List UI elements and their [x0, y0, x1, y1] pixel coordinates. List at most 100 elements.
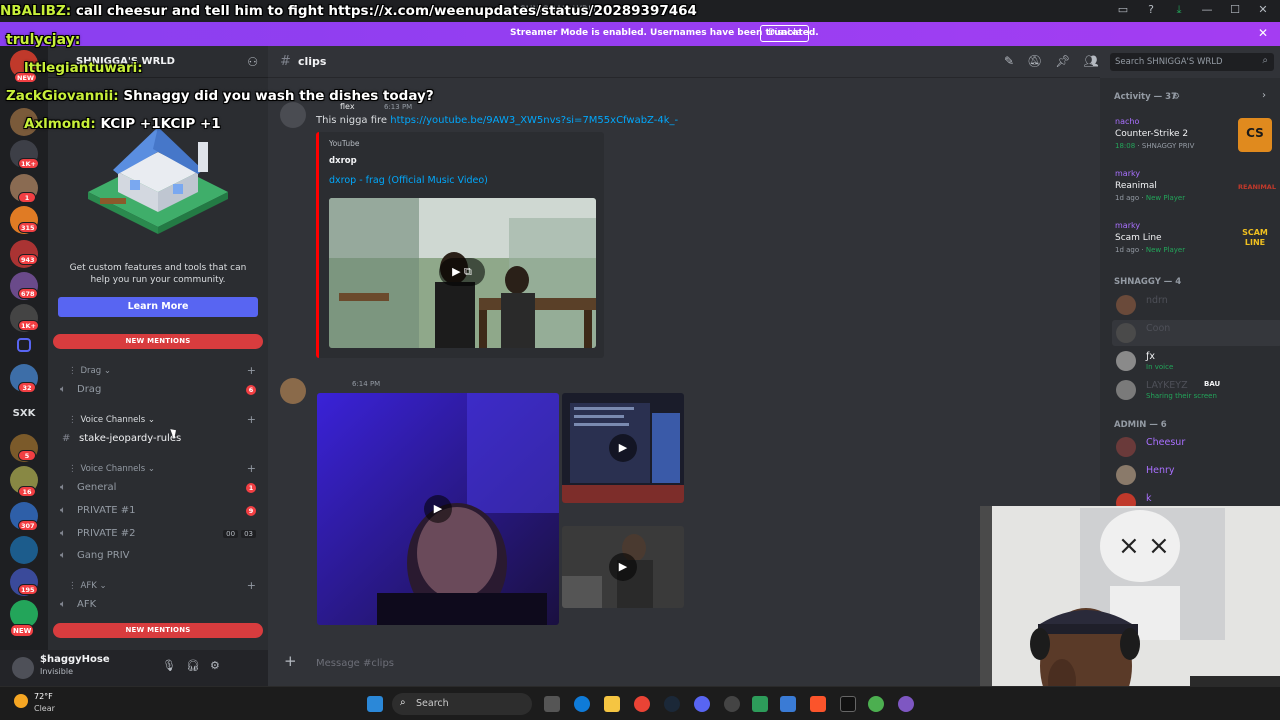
channel-afk[interactable]: 🔈︎ AFK	[60, 599, 96, 610]
chevron-right-icon[interactable]: ›	[1262, 90, 1266, 101]
new-mentions-pill[interactable]: NEW MENTIONS	[53, 334, 263, 349]
threads-icon[interactable]: ✎	[1004, 54, 1014, 68]
chrome-icon[interactable]	[634, 696, 650, 712]
chat-header: # clips ✎ 🔕︎ 📌︎ 👥︎	[268, 46, 1100, 78]
activity-where: New Player	[1145, 194, 1186, 202]
file-explorer-icon[interactable]	[604, 696, 620, 712]
pin-icon[interactable]: 📌︎	[1055, 54, 1070, 68]
mute-icon[interactable]: 🔕︎	[1027, 54, 1042, 68]
app-icon[interactable]	[724, 696, 740, 712]
video-thumbnail[interactable]: ▶ ⧉	[329, 198, 596, 348]
activity-card[interactable]: nacho Counter-Strike 2 18:08 · SHNAGGY P…	[1108, 116, 1274, 160]
steam-icon[interactable]	[664, 696, 680, 712]
server-icon[interactable]	[10, 536, 38, 564]
youtube-embed: YouTube dxrop dxrop - frag (Official Mus…	[316, 132, 604, 358]
discord-icon[interactable]	[694, 696, 710, 712]
member-row[interactable]: Coon	[1112, 320, 1280, 346]
play-icon[interactable]: ▶	[609, 434, 637, 462]
embed-author[interactable]: dxrop	[329, 156, 357, 166]
avatar[interactable]	[12, 657, 34, 679]
channel-general[interactable]: 🔈︎ General	[60, 482, 116, 493]
server-badge: 1K+	[18, 320, 40, 331]
hash-icon: #	[62, 433, 71, 444]
member-list: Activity — 37 ⚙ › nacho Counter-Strike 2…	[1100, 78, 1280, 513]
member-row[interactable]: ƒx In voice	[1112, 348, 1274, 374]
message-input[interactable]	[316, 655, 916, 671]
app-icon[interactable]	[898, 696, 914, 712]
close-icon[interactable]: ✕	[1256, 3, 1270, 17]
category-afk[interactable]: ⋮ AFK ⌄	[68, 581, 107, 591]
minimize-icon[interactable]: —	[1200, 3, 1214, 17]
app-icon[interactable]	[840, 696, 856, 712]
app-icon[interactable]	[780, 696, 796, 712]
add-channel-icon[interactable]: +	[247, 364, 256, 377]
server-badge: 315	[18, 222, 38, 233]
start-icon[interactable]	[367, 696, 383, 712]
maximize-icon[interactable]: ☐	[1228, 3, 1242, 17]
search-box[interactable]: ⌕	[1110, 53, 1274, 71]
help-icon[interactable]: ?	[1144, 3, 1158, 17]
add-channel-icon[interactable]: +	[247, 413, 256, 426]
close-icon[interactable]: ✕	[1258, 26, 1268, 40]
members-icon[interactable]: 👥︎	[1084, 54, 1099, 68]
activity-meta: 18:08 · SHNAGGY PRIV	[1115, 142, 1195, 150]
category-drag[interactable]: ⋮ Drag ⌄	[68, 366, 111, 376]
add-channel-icon[interactable]: +	[247, 462, 256, 475]
add-member-icon[interactable]: ⚇	[247, 55, 258, 69]
game-art: CS	[1238, 118, 1272, 152]
channel-private-1[interactable]: 🔈︎ PRIVATE #1	[60, 505, 136, 516]
download-icon[interactable]: ⤓	[1172, 3, 1186, 17]
server-sxk[interactable]: SXK	[0, 408, 48, 419]
voice-user-counts: 00 03	[223, 530, 256, 538]
headphones-icon[interactable]: 🎧︎	[186, 659, 200, 672]
inbox-icon[interactable]: ▭	[1116, 3, 1130, 17]
play-icon[interactable]: ▶	[609, 553, 637, 581]
embed-title[interactable]: dxrop - frag (Official Music Video)	[329, 175, 488, 186]
chrome-icon[interactable]	[868, 696, 884, 712]
server-badge: 195	[18, 584, 38, 595]
category-voice-channels[interactable]: ⋮ Voice Channels ⌄	[68, 464, 155, 474]
server-badge: 307	[18, 520, 38, 531]
channel-stake-jeopardy-rules[interactable]: # stake-jeopardy-rules	[62, 433, 181, 444]
server-badge: 16	[18, 486, 36, 497]
user-limit: 03	[241, 530, 256, 538]
task-view-icon[interactable]	[544, 696, 560, 712]
member-name: Coon	[1146, 323, 1171, 334]
category-voice-channels[interactable]: ⋮ Voice Channels ⌄	[68, 415, 155, 425]
add-channel-icon[interactable]: +	[247, 579, 256, 592]
new-mentions-pill[interactable]: NEW MENTIONS	[53, 623, 263, 638]
avatar[interactable]	[280, 378, 306, 404]
activity-card[interactable]: marky Reanimal 1d ago · New Player REANI…	[1108, 168, 1276, 212]
gear-icon[interactable]: ⚙	[210, 659, 220, 672]
member-row[interactable]: Cheesur	[1112, 434, 1274, 460]
activity-card[interactable]: marky Scam Line 1d ago · New Player SCAM…	[1108, 220, 1274, 264]
channel-drag[interactable]: 🔈︎ Drag	[60, 384, 101, 395]
app-icon[interactable]	[752, 696, 768, 712]
disable-streamer-mode-button[interactable]: Disable	[760, 25, 810, 42]
member-row[interactable]: ndrn	[1112, 292, 1274, 318]
avatar[interactable]	[280, 102, 306, 128]
message-link[interactable]: https://youtube.be/9AW3_XW5nvs?si=7M55xC…	[390, 115, 678, 126]
folder-icon[interactable]	[17, 338, 31, 352]
channel-private-2[interactable]: 🔈︎ PRIVATE #2	[60, 528, 136, 539]
add-attachment-icon[interactable]: +	[284, 652, 297, 670]
microphone-icon[interactable]: 🎙︎	[162, 659, 176, 672]
channel-label: Drag	[77, 384, 102, 395]
gear-icon[interactable]: ⚙	[1172, 92, 1180, 102]
play-icon[interactable]: ▶ ⧉	[439, 258, 485, 286]
taskbar-search[interactable]: ⌕ Search	[392, 693, 532, 715]
activity-header[interactable]: Activity — 37	[1114, 92, 1177, 102]
game-art: REANIMAL	[1238, 183, 1276, 191]
copilot-icon[interactable]	[574, 696, 590, 712]
learn-more-button[interactable]: Learn More	[58, 297, 258, 317]
brave-icon[interactable]	[810, 696, 826, 712]
video-attachment[interactable]: ▶	[562, 526, 684, 608]
channel-gang-priv[interactable]: 🔈︎ Gang PRIV	[60, 550, 130, 561]
video-attachment[interactable]: ▶	[562, 393, 684, 503]
play-icon[interactable]: ▶	[424, 495, 452, 523]
member-row[interactable]: LAYKEYZ BAU Sharing their screen	[1112, 377, 1274, 403]
member-row[interactable]: Henry	[1112, 462, 1274, 488]
video-attachment[interactable]: ▶	[317, 393, 559, 625]
speaker-icon: 🔈︎	[60, 550, 66, 561]
search-input[interactable]	[1115, 55, 1255, 69]
